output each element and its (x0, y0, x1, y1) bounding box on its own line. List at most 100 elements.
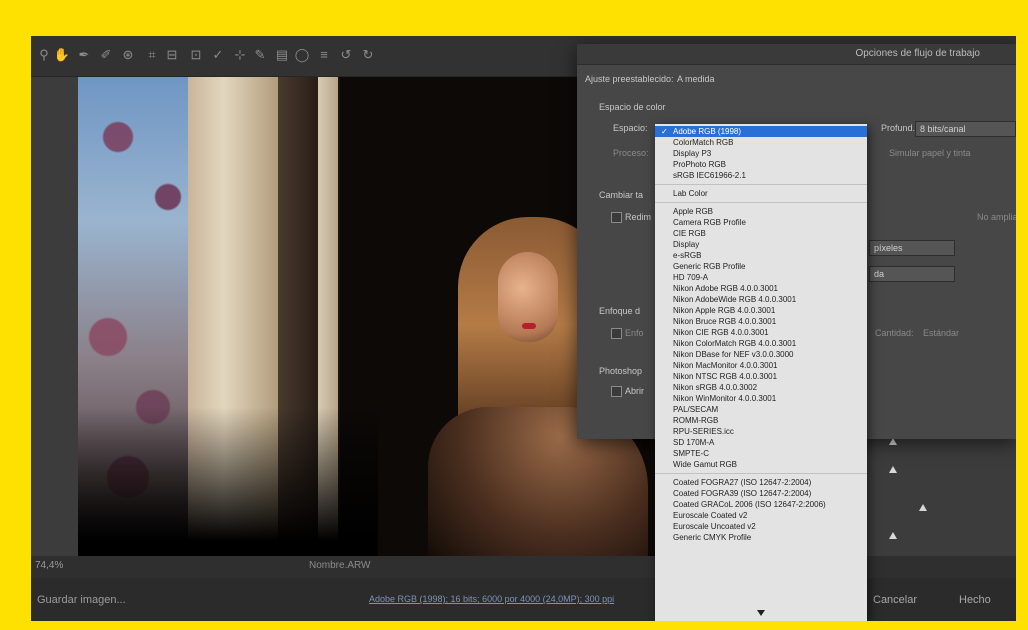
radial-filter-icon[interactable]: ◯ (293, 46, 311, 64)
rotate-right-icon[interactable]: ↻ (359, 46, 377, 64)
color-space-option[interactable]: Nikon ColorMatch RGB 4.0.0.3001 (655, 338, 867, 349)
color-space-option[interactable]: Generic RGB Profile (655, 261, 867, 272)
sharpen-checkbox[interactable] (611, 328, 622, 339)
color-space-option[interactable]: ROMM-RGB (655, 415, 867, 426)
checkmark-icon: ✓ (661, 127, 668, 136)
menu-separator (655, 473, 867, 474)
color-space-option[interactable]: RPU-SERIES.icc (655, 426, 867, 437)
color-space-option[interactable]: PAL/SECAM (655, 404, 867, 415)
color-space-option[interactable]: Display (655, 239, 867, 250)
color-space-option[interactable]: Euroscale Uncoated v2 (655, 521, 867, 532)
color-space-option[interactable]: SD 170M-A (655, 437, 867, 448)
color-space-option[interactable]: Apple RGB (655, 206, 867, 217)
color-space-option-label: Nikon NTSC RGB 4.0.0.3001 (673, 372, 778, 381)
sharpen-checkbox-label: Enfo (625, 328, 644, 338)
color-space-option-label: Lab Color (673, 189, 708, 198)
sharpen-amount-value[interactable]: Estándar (923, 328, 959, 338)
color-space-option[interactable]: ProPhoto RGB (655, 159, 867, 170)
slider-thumb[interactable] (919, 504, 927, 511)
color-space-option[interactable]: ✓ Adobe RGB (1998) (655, 126, 867, 137)
slider-row[interactable] (889, 502, 1016, 516)
preferences-icon[interactable]: ≡ (315, 46, 333, 64)
color-space-option[interactable]: Display P3 (655, 148, 867, 159)
color-space-option-label: Apple RGB (673, 207, 714, 216)
slider-row[interactable] (889, 464, 1016, 478)
color-space-option[interactable]: Nikon MacMonitor 4.0.0.3001 (655, 360, 867, 371)
crop-icon[interactable]: ⌗ (143, 46, 161, 64)
resize-section-title: Cambiar ta (599, 190, 644, 200)
color-space-option-label: Nikon Apple RGB 4.0.0.3001 (673, 306, 776, 315)
color-space-option-label: ColorMatch RGB (673, 138, 734, 147)
adjustment-brush-icon[interactable]: ✎ (251, 46, 269, 64)
color-space-option-label: SD 170M-A (673, 438, 715, 447)
cancel-button[interactable]: Cancelar (863, 590, 927, 610)
color-space-option-label: Nikon Adobe RGB 4.0.0.3001 (673, 284, 778, 293)
transform-icon[interactable]: ⊡ (187, 46, 205, 64)
color-space-option-label: Adobe RGB (1998) (673, 127, 742, 136)
slider-row[interactable] (889, 530, 1016, 544)
save-image-button[interactable]: Guardar imagen... (37, 594, 126, 606)
photo-subject-lips (522, 323, 536, 329)
color-space-option[interactable]: ColorMatch RGB (655, 137, 867, 148)
color-space-option-label: Coated GRACoL 2006 (ISO 12647-2:2006) (673, 500, 826, 509)
rotate-left-icon[interactable]: ↺ (337, 46, 355, 64)
color-space-option[interactable]: e-sRGB (655, 250, 867, 261)
color-space-option[interactable]: Nikon AdobeWide RGB 4.0.0.3001 (655, 294, 867, 305)
straighten-icon[interactable]: ⊟ (163, 46, 181, 64)
depth-select[interactable]: 8 bits/canal (915, 121, 1016, 137)
zoom-icon[interactable]: ⚲ (35, 46, 53, 64)
color-space-option[interactable]: Wide Gamut RGB (655, 459, 867, 470)
color-space-option[interactable]: Lab Color (655, 188, 867, 199)
target-adjust-icon[interactable]: ⊛ (119, 46, 137, 64)
color-sampler-icon[interactable]: ✐ (97, 46, 115, 64)
color-space-option[interactable]: Nikon WinMonitor 4.0.0.3001 (655, 393, 867, 404)
open-smart-object-checkbox[interactable] (611, 386, 622, 397)
graduated-filter-icon[interactable]: ▤ (273, 46, 291, 64)
color-space-option-label: Nikon MacMonitor 4.0.0.3001 (673, 361, 778, 370)
spot-removal-icon[interactable]: ✓ (209, 46, 227, 64)
color-space-option[interactable]: Nikon DBase for NEF v3.0.0.3000 (655, 349, 867, 360)
color-space-option[interactable]: HD 709-A (655, 272, 867, 283)
units-select[interactable]: píxeles (869, 240, 955, 256)
preset-value[interactable]: A medida (677, 74, 715, 84)
resize-checkbox[interactable] (611, 212, 622, 223)
color-space-option[interactable]: Nikon sRGB 4.0.0.3002 (655, 382, 867, 393)
color-space-option[interactable]: CIE RGB (655, 228, 867, 239)
slider-thumb[interactable] (889, 466, 897, 473)
color-space-option[interactable]: Generic CMYK Profile (655, 532, 867, 543)
color-space-option[interactable]: Coated FOGRA27 (ISO 12647-2:2004) (655, 477, 867, 488)
color-space-dropdown[interactable]: ✓ Adobe RGB (1998) ColorMatch RGB Display P… (655, 124, 867, 621)
color-space-option-label: Nikon AdobeWide RGB 4.0.0.3001 (673, 295, 797, 304)
file-name-label: Nombre.ARW (309, 560, 371, 571)
color-space-option-label: Display (673, 240, 700, 249)
color-space-option-label: SMPTE-C (673, 449, 709, 458)
color-space-option[interactable]: Nikon Bruce RGB 4.0.0.3001 (655, 316, 867, 327)
no-enlarge-label[interactable]: No ampliar (977, 212, 1016, 222)
zoom-level[interactable]: 74,4% (35, 560, 63, 571)
color-space-option-label: PAL/SECAM (673, 405, 719, 414)
color-space-option[interactable]: Nikon Adobe RGB 4.0.0.3001 (655, 283, 867, 294)
color-space-option[interactable]: Coated FOGRA39 (ISO 12647-2:2004) (655, 488, 867, 499)
menu-separator (655, 184, 867, 185)
done-button[interactable]: Hecho (949, 590, 1001, 610)
simulate-paper-label[interactable]: Simular papel y tinta (889, 148, 971, 158)
color-space-option-label: RPU-SERIES.icc (673, 427, 734, 436)
hand-icon[interactable]: ✋ (53, 46, 71, 64)
photo-shadow (78, 407, 378, 556)
color-space-option[interactable]: Nikon Apple RGB 4.0.0.3001 (655, 305, 867, 316)
scroll-down-arrow-icon[interactable] (757, 610, 765, 616)
color-space-option[interactable]: Coated GRACoL 2006 (ISO 12647-2:2006) (655, 499, 867, 510)
color-space-option[interactable]: SMPTE-C (655, 448, 867, 459)
slider-thumb[interactable] (889, 438, 897, 445)
resolution-select[interactable]: da (869, 266, 955, 282)
workflow-options-link[interactable]: Adobe RGB (1998); 16 bits; 6000 por 4000… (369, 594, 614, 604)
color-space-option[interactable]: Euroscale Coated v2 (655, 510, 867, 521)
color-space-option[interactable]: Nikon NTSC RGB 4.0.0.3001 (655, 371, 867, 382)
eyedropper-icon[interactable]: ✒ (75, 46, 93, 64)
space-label: Espacio: (613, 123, 648, 133)
color-space-option[interactable]: sRGB IEC61966-2.1 (655, 170, 867, 181)
slider-thumb[interactable] (889, 532, 897, 539)
color-space-option[interactable]: Camera RGB Profile (655, 217, 867, 228)
color-space-option[interactable]: Nikon CIE RGB 4.0.0.3001 (655, 327, 867, 338)
red-eye-icon[interactable]: ⊹ (231, 46, 249, 64)
